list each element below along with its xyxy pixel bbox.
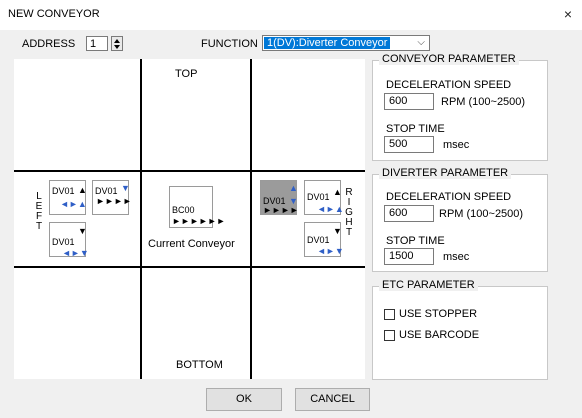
current-conveyor-caption: Current Conveyor (148, 238, 235, 250)
diverter-parameter-title: DIVERTER PARAMETER (379, 167, 512, 179)
unit-label: DV01 (307, 235, 330, 245)
conveyor-stop-unit: msec (443, 139, 470, 151)
address-spinner[interactable] (111, 36, 123, 51)
right-unit-bottom[interactable]: DV01 ▼ ◄►▼ (304, 222, 344, 257)
conveyor-parameter-title: CONVEYOR PARAMETER (379, 53, 519, 65)
diverter-decel-label: DECELERATION SPEED (386, 191, 512, 203)
left-unit-right[interactable]: DV01 ▼ ►►►► (92, 180, 132, 215)
etc-parameter-group: ETC PARAMETER USE STOPPER USE BARCODE (372, 279, 548, 380)
grid-hline-top (14, 170, 365, 172)
spin-up-icon[interactable] (114, 38, 120, 43)
grid-vline-right (250, 59, 252, 379)
conveyor-layout-panel: TOP BOTTOM L E F T DV01 ▲ ◄►▲ DV01 ▼ ►►►… (14, 59, 365, 379)
function-selected-value: 1(DV):Diverter Conveyor (264, 37, 391, 49)
bottom-label: BOTTOM (176, 359, 223, 371)
ok-button[interactable]: OK (206, 388, 282, 411)
unit-label: DV01 (307, 192, 330, 202)
top-label: TOP (175, 68, 198, 80)
etc-parameter-title: ETC PARAMETER (379, 279, 478, 291)
direction-arrows-icon: ◄►▼ (62, 248, 89, 258)
right-letters: R I G H T (345, 188, 353, 238)
down-arrow-icon: ▼ (333, 226, 342, 236)
chevron-down-icon: ⌵ (417, 37, 425, 48)
conveyor-decel-input[interactable]: 600 (384, 93, 434, 110)
grid-vline-left (140, 59, 142, 379)
down-arrow-icon: ▼ (121, 183, 130, 193)
right-letter: T (345, 227, 353, 238)
window-title: NEW CONVEYOR (8, 8, 100, 20)
diverter-stop-label: STOP TIME (386, 235, 445, 247)
direction-arrows-icon: ◄►▲ (317, 204, 344, 214)
up-arrow-icon: ▲ (333, 187, 342, 197)
address-input[interactable]: 1 (86, 36, 108, 51)
unit-label: DV01 (52, 237, 75, 247)
up-arrow-icon: ▲ (78, 185, 87, 195)
use-stopper-label: USE STOPPER (399, 308, 478, 320)
diverter-stop-unit: msec (443, 251, 470, 263)
diverter-stop-input[interactable]: 1500 (384, 248, 434, 265)
left-letter: T (35, 221, 43, 232)
use-stopper-checkbox[interactable] (384, 309, 395, 320)
conveyor-stop-label: STOP TIME (386, 123, 445, 135)
left-unit-top[interactable]: DV01 ▲ ◄►▲ (49, 180, 87, 215)
diverter-decel-unit: RPM (100~2500) (439, 208, 524, 220)
unit-label: DV01 (52, 186, 75, 196)
direction-arrows-icon: ◄►▼ (317, 246, 344, 256)
address-label: ADDRESS (22, 38, 76, 50)
function-label: FUNCTION (201, 38, 258, 50)
diverter-parameter-group: DIVERTER PARAMETER DECELERATION SPEED 60… (372, 167, 548, 272)
use-barcode-label: USE BARCODE (399, 329, 480, 341)
right-arrows-icon: ►►►► (263, 205, 299, 215)
close-icon[interactable]: × (560, 6, 576, 22)
right-arrows-icon: ►►►► (96, 196, 132, 206)
direction-arrows-icon: ◄►▲ (60, 199, 87, 209)
diverter-decel-input[interactable]: 600 (384, 205, 434, 222)
current-conveyor-name: BC00 (172, 205, 195, 215)
conveyor-stop-input[interactable]: 500 (384, 136, 434, 153)
right-unit-top[interactable]: DV01 ▲ ◄►▲ (304, 180, 344, 215)
grid-hline-bottom (14, 266, 365, 268)
up-arrow-icon: ▲ (289, 183, 298, 193)
function-select[interactable]: 1(DV):Diverter Conveyor ⌵ (262, 35, 430, 51)
left-unit-bottom[interactable]: DV01 ▼ ◄►▼ (49, 222, 89, 258)
cancel-button[interactable]: CANCEL (295, 388, 370, 411)
conveyor-decel-label: DECELERATION SPEED (386, 79, 512, 91)
current-conveyor-box[interactable]: BC00 ►►►►►► (169, 186, 225, 228)
unit-label: DV01 (95, 186, 118, 196)
right-arrows-icon: ►►►►►► (172, 216, 226, 226)
conveyor-parameter-group: CONVEYOR PARAMETER DECELERATION SPEED 60… (372, 53, 548, 161)
left-letters: L E F T (35, 192, 43, 232)
down-arrow-icon: ▼ (78, 226, 87, 236)
use-barcode-checkbox[interactable] (384, 330, 395, 341)
spin-down-icon[interactable] (114, 44, 120, 49)
conveyor-decel-unit: RPM (100~2500) (441, 96, 526, 108)
right-unit-left[interactable]: DV01 ▲ ▼ ►►►► (260, 180, 299, 215)
